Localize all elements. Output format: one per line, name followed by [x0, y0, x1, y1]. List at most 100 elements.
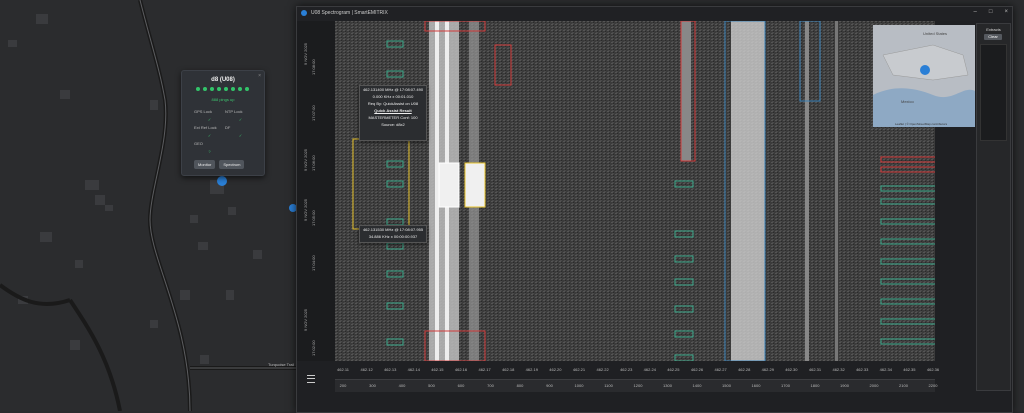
frequency-axis: 462.11 462.12 462.13 462.14 462.15 462.16 462.… — [335, 365, 939, 377]
status-label: Ext Ref Lock — [194, 125, 217, 130]
maximize-button[interactable]: □ — [989, 9, 993, 15]
time-label: 17:05:00 — [311, 210, 316, 226]
check-icon: ✓ — [207, 117, 212, 122]
popup-line: 0.000 KHz x 00:01.010 — [372, 94, 414, 99]
time-label: 9 NOV 2025 — [303, 198, 308, 221]
scale-tick-label: 800 — [516, 383, 524, 388]
frequency-tick-label: 462.29 — [761, 367, 774, 372]
minimize-button[interactable]: – — [974, 9, 977, 15]
spectrum-button[interactable]: Spectrum — [219, 160, 245, 169]
scale-tick-label: 1700 — [781, 383, 790, 388]
frequency-tick-label: 462.27 — [714, 367, 727, 372]
frequency-tick-label: 462.21 — [572, 367, 586, 372]
check-icon: ✓ — [238, 133, 243, 138]
frequency-tick-label: 462.25 — [667, 367, 680, 372]
popup-line: Req By: QuickAssist on U08 — [367, 101, 419, 106]
status-label: DF — [225, 125, 231, 130]
scale-tick-label: 1200 — [633, 383, 643, 388]
scale-tick-label: 200 — [339, 383, 347, 388]
frequency-tick-label: 462.23 — [620, 367, 633, 372]
mini-map[interactable]: United States Mexico Leaflet | © OpenStr… — [873, 25, 975, 127]
scale-tick-label: 1100 — [604, 383, 613, 388]
road-label: Turquoise Trail — [268, 362, 294, 367]
frequency-tick-label: 462.31 — [808, 367, 822, 372]
frequency-tick-label: 462.20 — [549, 367, 562, 372]
time-label: 9 NOV 2025 — [303, 308, 308, 331]
time-label: 17:08:00 — [311, 59, 316, 75]
scale-tick-label: 1000 — [574, 383, 584, 388]
status-grid: GPS Lock NTP Lock ✓ ✓ Ext Ref Lock DF ✓ … — [194, 109, 256, 154]
frequency-tick-label: 462.15 — [431, 367, 444, 372]
frequency-tick-label: 462.22 — [596, 367, 609, 372]
frequency-tick-label: 462.30 — [785, 367, 798, 372]
scale-tick-label: 1300 — [663, 383, 672, 388]
popup-line: 462.131400 MHz @ 17:08:07.490 — [362, 87, 424, 92]
spectrogram-canvas[interactable] — [335, 21, 935, 361]
time-label: 17:02:00 — [311, 340, 316, 356]
quick-assist-link[interactable]: Quick Assist Result — [360, 107, 426, 114]
frequency-tick-label: 462.34 — [879, 367, 892, 372]
uptime-text: 888 pings up — [211, 97, 235, 102]
signal-info-popup: 462.131530 MHz @ 17:08:07.955 34.886 KHz… — [359, 225, 427, 243]
spectrogram-window: U08 Spectrogram | SmartEMITRIX – □ × 9 N… — [296, 6, 1013, 413]
scale-tick-label: 1500 — [722, 383, 731, 388]
frequency-tick-label: 462.24 — [643, 367, 656, 372]
frequency-tick-label: 462.35 — [903, 367, 916, 372]
frequency-tick-label: 462.13 — [384, 367, 397, 372]
node-marker-icon[interactable] — [920, 65, 930, 75]
menu-icon[interactable] — [307, 375, 315, 383]
app-icon — [301, 10, 307, 16]
popup-line: Source: d8x2 — [381, 122, 405, 127]
node-status-card: × d8 (U08) 888 pings up GPS Lock NTP Loc… — [181, 70, 265, 176]
scale-tick-label: 2200 — [928, 383, 938, 388]
scale-tick-label: 500 — [428, 383, 435, 388]
frequency-tick-label: 462.12 — [360, 367, 373, 372]
frequency-tick-label: 462.19 — [525, 367, 538, 372]
frequency-tick-label: 462.28 — [738, 367, 751, 372]
scale-tick-label: 1600 — [751, 383, 761, 388]
scale-axis[interactable]: 200 300 400 500 600 700 800 900 1000 1100 1200 1300… — [335, 379, 938, 392]
scale-tick-label: 1400 — [692, 383, 702, 388]
clear-button[interactable]: Clear — [984, 34, 1002, 40]
scale-tick-label: 700 — [487, 383, 494, 388]
scale-tick-label: 1900 — [840, 383, 849, 388]
node-marker-icon[interactable] — [217, 176, 227, 186]
scale-tick-label: 400 — [398, 383, 406, 388]
status-label: GPS Lock — [194, 109, 213, 114]
time-label: 17:06:00 — [311, 155, 316, 171]
extracts-header: Extracts — [986, 27, 1001, 32]
extracts-list[interactable] — [980, 44, 1007, 141]
status-label: NTP Lock — [225, 109, 243, 114]
close-button[interactable]: × — [1004, 9, 1008, 15]
popup-line: MASTERMETER Conf: 100 — [368, 115, 418, 120]
time-axis: 9 NOV 2025 17:08:00 17:07:00 9 NOV 2025 … — [297, 21, 335, 361]
popup-line: 462.131530 MHz @ 17:08:07.955 — [362, 227, 424, 232]
frequency-tick-label: 462.26 — [690, 367, 704, 372]
frequency-tick-label: 462.11 — [337, 367, 349, 372]
time-label: 17:04:00 — [311, 255, 316, 271]
popup-line: 34.886 KHz x 00:00:00.937 — [368, 234, 418, 239]
map-label-mexico: Mexico — [901, 99, 914, 104]
ping-indicator — [196, 87, 249, 91]
time-label: 17:07:00 — [311, 105, 316, 121]
frequency-tick-label: 462.36 — [926, 367, 940, 372]
map-attribution[interactable]: Leaflet | © OpenStreetMap contributors — [895, 122, 948, 126]
frequency-tick-label: 462.16 — [454, 367, 468, 372]
node-title: d8 (U08) — [211, 77, 235, 83]
unknown-icon: ? — [208, 149, 211, 154]
window-titlebar[interactable]: U08 Spectrogram | SmartEMITRIX – □ × — [297, 7, 1012, 21]
check-icon: ✓ — [207, 133, 212, 138]
frequency-tick-label: 462.33 — [856, 367, 869, 372]
frequency-tick-label: 462.18 — [502, 367, 515, 372]
monitor-button[interactable]: Monitor — [194, 160, 216, 169]
frequency-tick-label: 462.32 — [832, 367, 845, 372]
extracts-panel: Extracts Clear — [976, 23, 1011, 391]
scale-tick-label: 600 — [457, 383, 465, 388]
status-label: GEO — [194, 141, 203, 146]
signal-info-popup: 462.131400 MHz @ 17:08:07.490 0.000 KHz … — [359, 85, 427, 141]
window-title: U08 Spectrogram | SmartEMITRIX — [311, 10, 388, 16]
scale-tick-label: 300 — [369, 383, 376, 388]
frequency-tick-label: 462.14 — [407, 367, 420, 372]
map-label-us: United States — [923, 31, 947, 36]
frequency-tick-label: 462.17 — [478, 367, 491, 372]
